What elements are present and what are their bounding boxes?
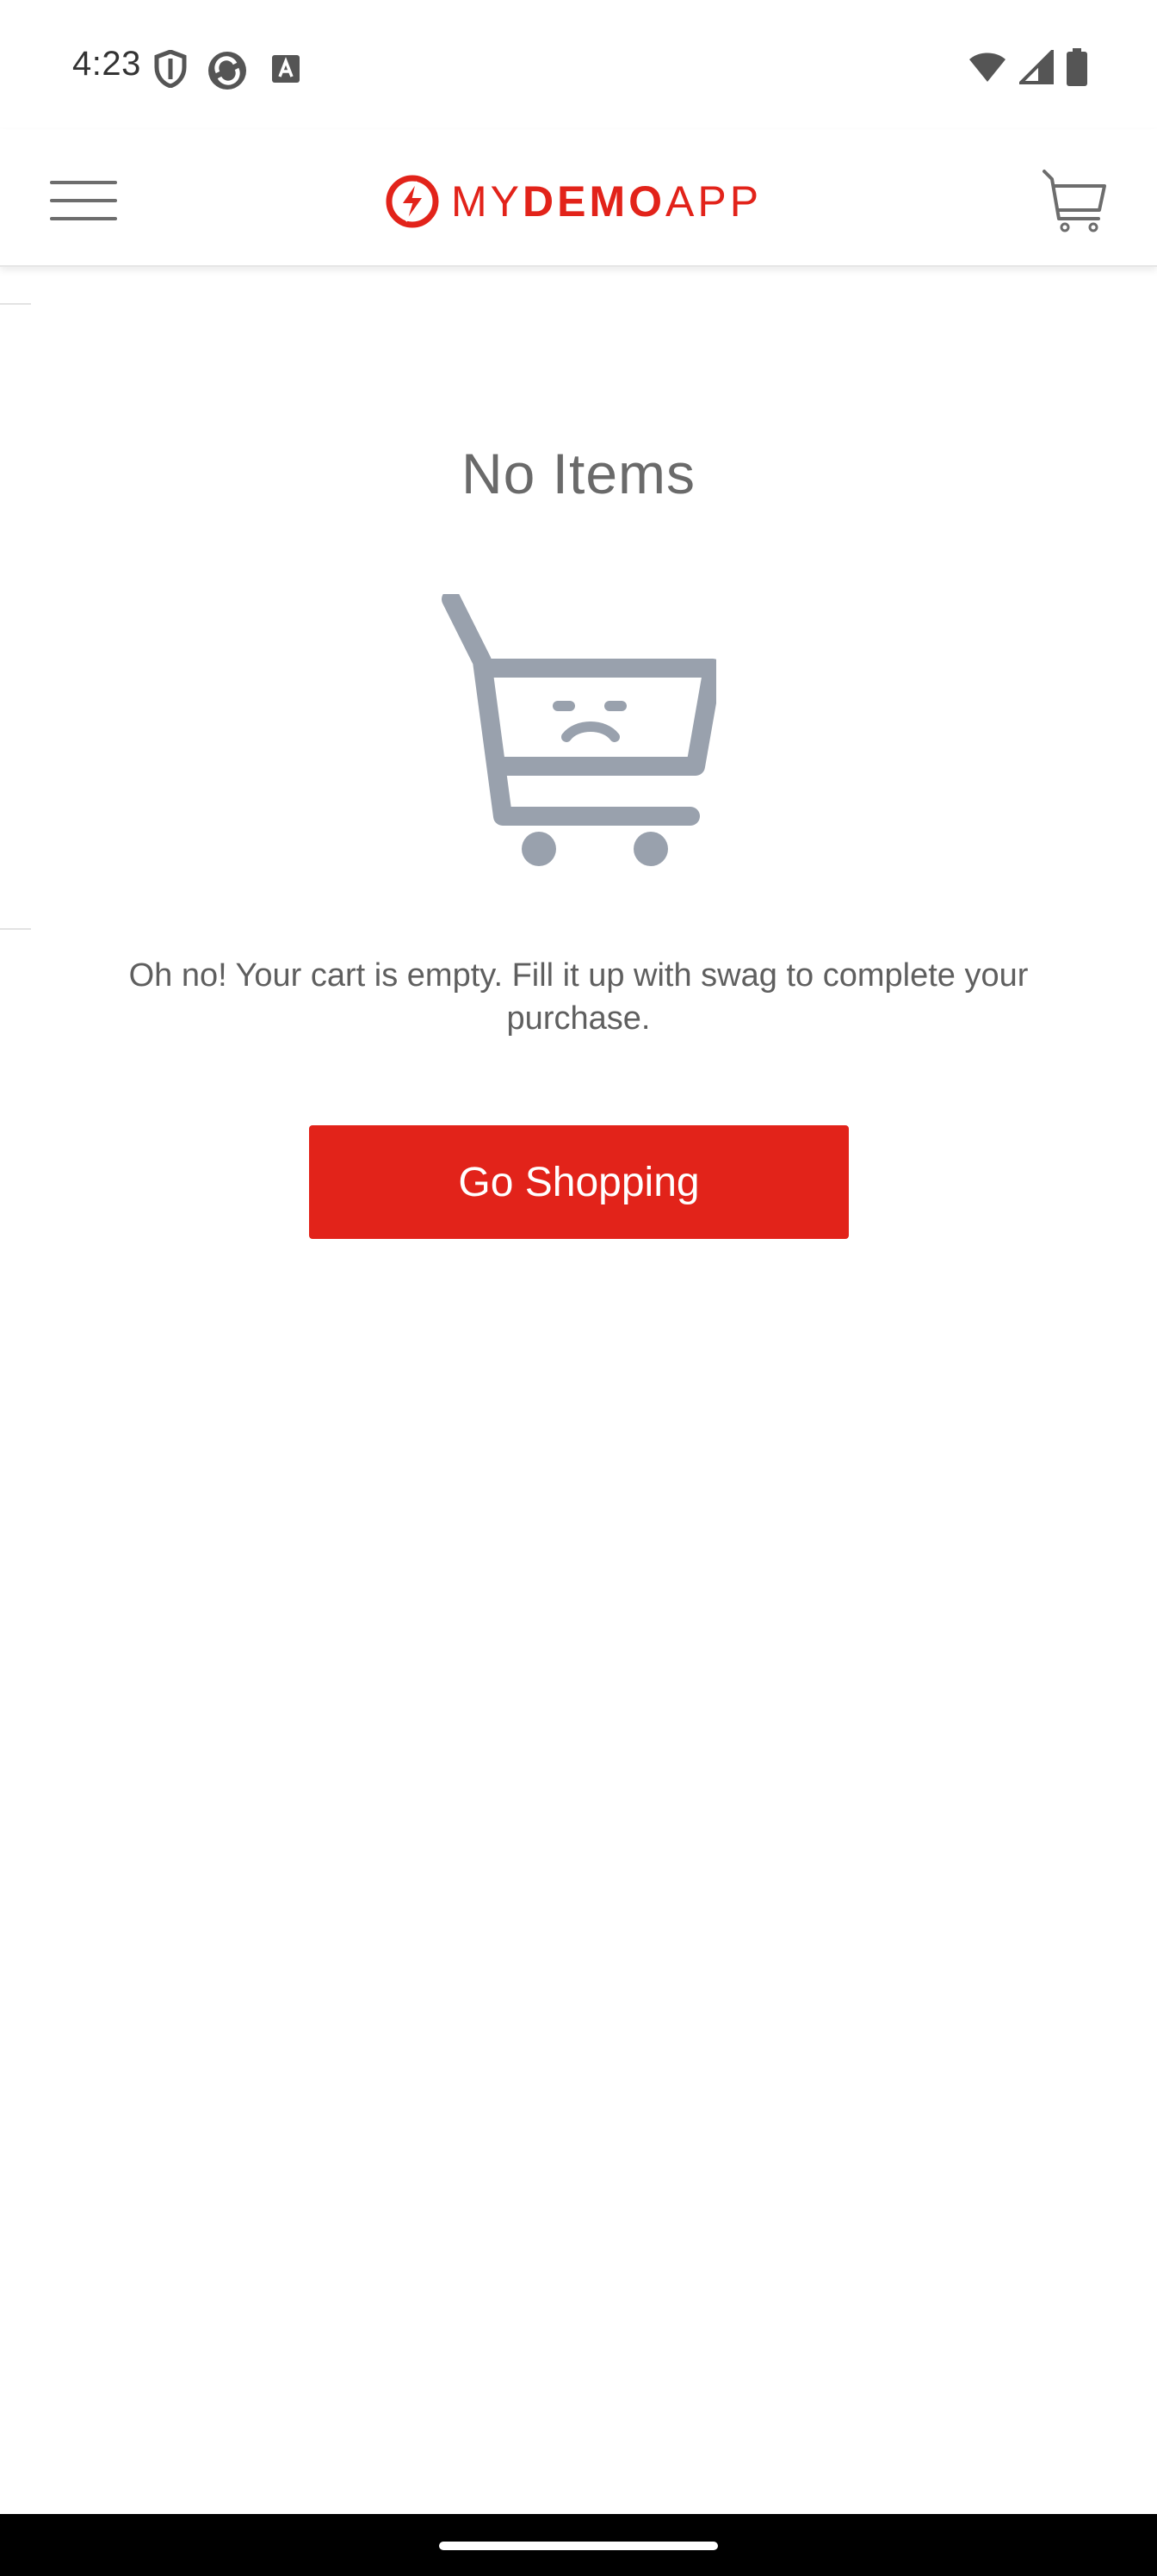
lightning-logo-icon	[386, 175, 439, 228]
menu-bar	[50, 199, 117, 202]
status-time: 4:23	[72, 45, 141, 83]
sync-icon	[208, 52, 246, 90]
shield-icon	[154, 50, 187, 88]
menu-bar	[50, 181, 117, 184]
edge-divider	[0, 303, 31, 305]
status-bar: 4:23	[0, 0, 1157, 129]
empty-cart-message: Oh no! Your cart is empty. Fill it up wi…	[128, 957, 1029, 1037]
edge-divider	[0, 928, 31, 930]
go-shopping-button[interactable]: Go Shopping	[309, 1125, 849, 1239]
menu-button[interactable]	[50, 181, 117, 220]
battery-icon	[1067, 48, 1087, 86]
app-header: MYDEMOAPP	[0, 129, 1157, 267]
page-title: No Items	[461, 442, 696, 505]
signal-icon	[1019, 50, 1054, 84]
logo-text-demo: DEMO	[523, 177, 665, 226]
status-right-icons	[968, 48, 1088, 86]
menu-bar	[50, 217, 117, 220]
logo-text-my: MY	[451, 177, 523, 226]
home-gesture-handle[interactable]	[439, 2542, 718, 2550]
logo-text-app: APP	[665, 177, 763, 226]
app-logo: MYDEMOAPP	[386, 174, 762, 229]
wifi-icon	[969, 53, 1005, 82]
navigation-bar	[0, 2514, 1157, 2576]
sad-cart-icon	[442, 594, 716, 866]
cart-icon[interactable]	[1042, 167, 1107, 234]
logo-text: MYDEMOAPP	[451, 176, 762, 226]
font-icon	[272, 55, 300, 83]
